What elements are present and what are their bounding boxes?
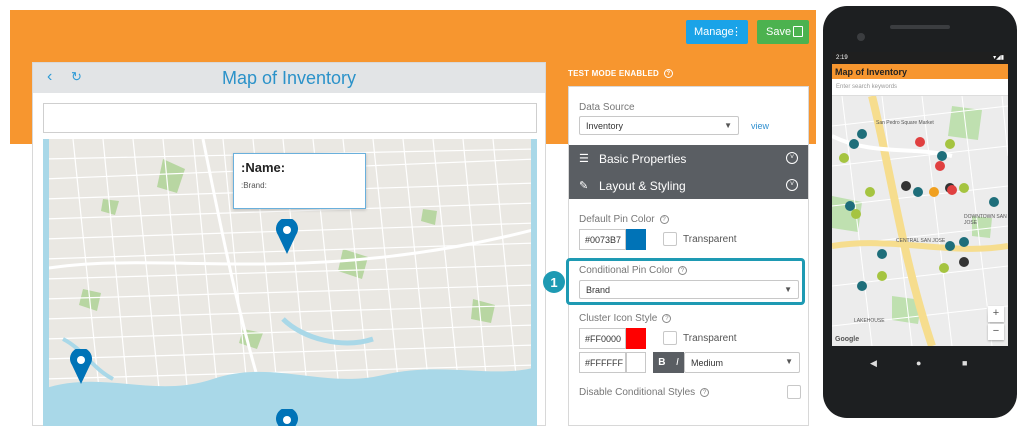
phone-app-title: Map of Inventory [832,64,1008,79]
settings-panel: Data Source Inventory ▼ view ☰ Basic Pro… [568,86,809,426]
chevron-down-icon: ˅ [786,179,798,191]
speaker-grille [890,25,950,29]
battery-icon: ▾◢▮ [993,55,1004,61]
section-title: Basic Properties [599,151,687,166]
phone-mockup: 2:19 ▾◢▮ Map of Inventory Enter search k… [823,6,1017,418]
zoom-out-button[interactable]: − [988,324,1004,340]
back-icon[interactable]: ‹ [47,68,52,86]
basic-properties-section[interactable]: ☰ Basic Properties ˅ [569,145,808,172]
popup-name: :Name: [241,160,286,175]
transparent-label: Transparent [683,234,737,245]
status-time: 2:19 [836,55,848,61]
map-label: San Pedro Square Market [876,120,934,126]
test-mode-label: TEST MODE ENABLED? [568,69,673,78]
font-weight-value: Medium [691,357,724,368]
list-icon: ☰ [579,153,589,165]
floppy-icon [793,26,803,37]
layout-styling-section[interactable]: ✎ Layout & Styling ˅ [569,172,808,199]
disable-conditional-label: Disable Conditional Styles? [579,387,710,398]
phone-map[interactable]: San Pedro Square Market CENTRAL SAN JOSE… [832,96,1008,346]
brush-icon: ✎ [579,180,589,192]
panel-header: ‹ ↻ Map of Inventory [33,63,545,93]
refresh-icon[interactable]: ↻ [71,69,82,85]
map-preview-panel: ‹ ↻ Map of Inventory:Name::Brand: [32,62,546,426]
bold-button[interactable]: B [658,357,665,368]
zoom-in-button[interactable]: + [988,306,1004,322]
manage-button[interactable]: Manage ⋮ [686,20,748,44]
callout-badge: 1 [543,271,565,293]
chevron-down-icon: ˅ [786,152,798,164]
data-source-value: Inventory [586,120,624,131]
cluster-icon-style-label: Cluster Icon Style? [579,313,672,324]
section-title: Layout & Styling [599,178,686,193]
page-title: Map of Inventory [221,67,357,88]
disable-conditional-checkbox[interactable] [787,385,801,399]
status-bar: 2:19 ▾◢▮ [832,52,1008,64]
cluster-text-color-input[interactable]: #FFFFFF [579,352,626,373]
map-pin-icon[interactable] [276,219,298,255]
default-pin-color-swatch[interactable] [626,229,646,250]
recents-nav-icon[interactable]: ■ [962,358,967,368]
italic-button[interactable]: I [676,357,679,368]
default-pin-color-input[interactable]: #0073B7 [579,229,626,250]
map-label: LAKEHOUSE [854,318,885,324]
cluster-color-input[interactable]: #FF0000 [579,328,626,349]
cluster-color-swatch[interactable] [626,328,646,349]
map-label: CENTRAL SAN JOSE [896,238,946,244]
back-nav-icon[interactable]: ◀ [870,358,877,369]
conditional-pin-highlight [566,258,805,305]
map-view[interactable]: :Name: :Brand: [43,139,537,426]
data-source-select[interactable]: Inventory ▼ [579,116,739,135]
manage-label: Manage [694,26,734,38]
help-icon[interactable]: ? [663,69,673,78]
search-input[interactable] [43,103,537,133]
popup-brand: :Brand: [241,181,267,190]
map-info-popup: :Name: :Brand: [233,153,366,209]
map-pin-icon[interactable] [276,409,298,426]
data-source-label: Data Source [579,102,635,113]
app-stage: Manage ⋮ Save ‹ ↻ Map of Inventory:Name… [0,0,1024,426]
google-logo: Google [835,336,860,343]
help-icon[interactable]: ? [662,314,672,323]
camera-icon [857,33,865,41]
transparent-checkbox[interactable] [663,232,677,246]
save-label: Save [766,26,792,38]
help-icon[interactable]: ? [659,215,669,224]
phone-screen: 2:19 ▾◢▮ Map of Inventory Enter search k… [832,52,1008,398]
map-pin-icon[interactable] [70,349,92,385]
default-pin-color-label: Default Pin Color? [579,214,669,225]
view-link[interactable]: view [751,121,769,131]
save-button[interactable]: Save [757,20,809,44]
text-format-buttons: B I [653,352,684,373]
map-label: DOWNTOWN SAN JOSE [964,214,1007,226]
help-icon[interactable]: ? [700,388,710,397]
phone-nav-bar: ◀ ● ■ [832,346,1008,398]
phone-search-input[interactable]: Enter search keywords [832,79,1008,96]
cluster-transparent-checkbox[interactable] [663,331,677,345]
cluster-text-color-swatch[interactable] [626,352,646,373]
home-nav-icon[interactable]: ● [916,358,921,368]
transparent-label: Transparent [683,333,737,344]
font-weight-select[interactable]: Medium ▼ [684,352,800,373]
caret-down-icon: ▼ [785,357,793,366]
more-icon: ⋮ [731,26,742,38]
caret-down-icon: ▼ [724,121,732,130]
